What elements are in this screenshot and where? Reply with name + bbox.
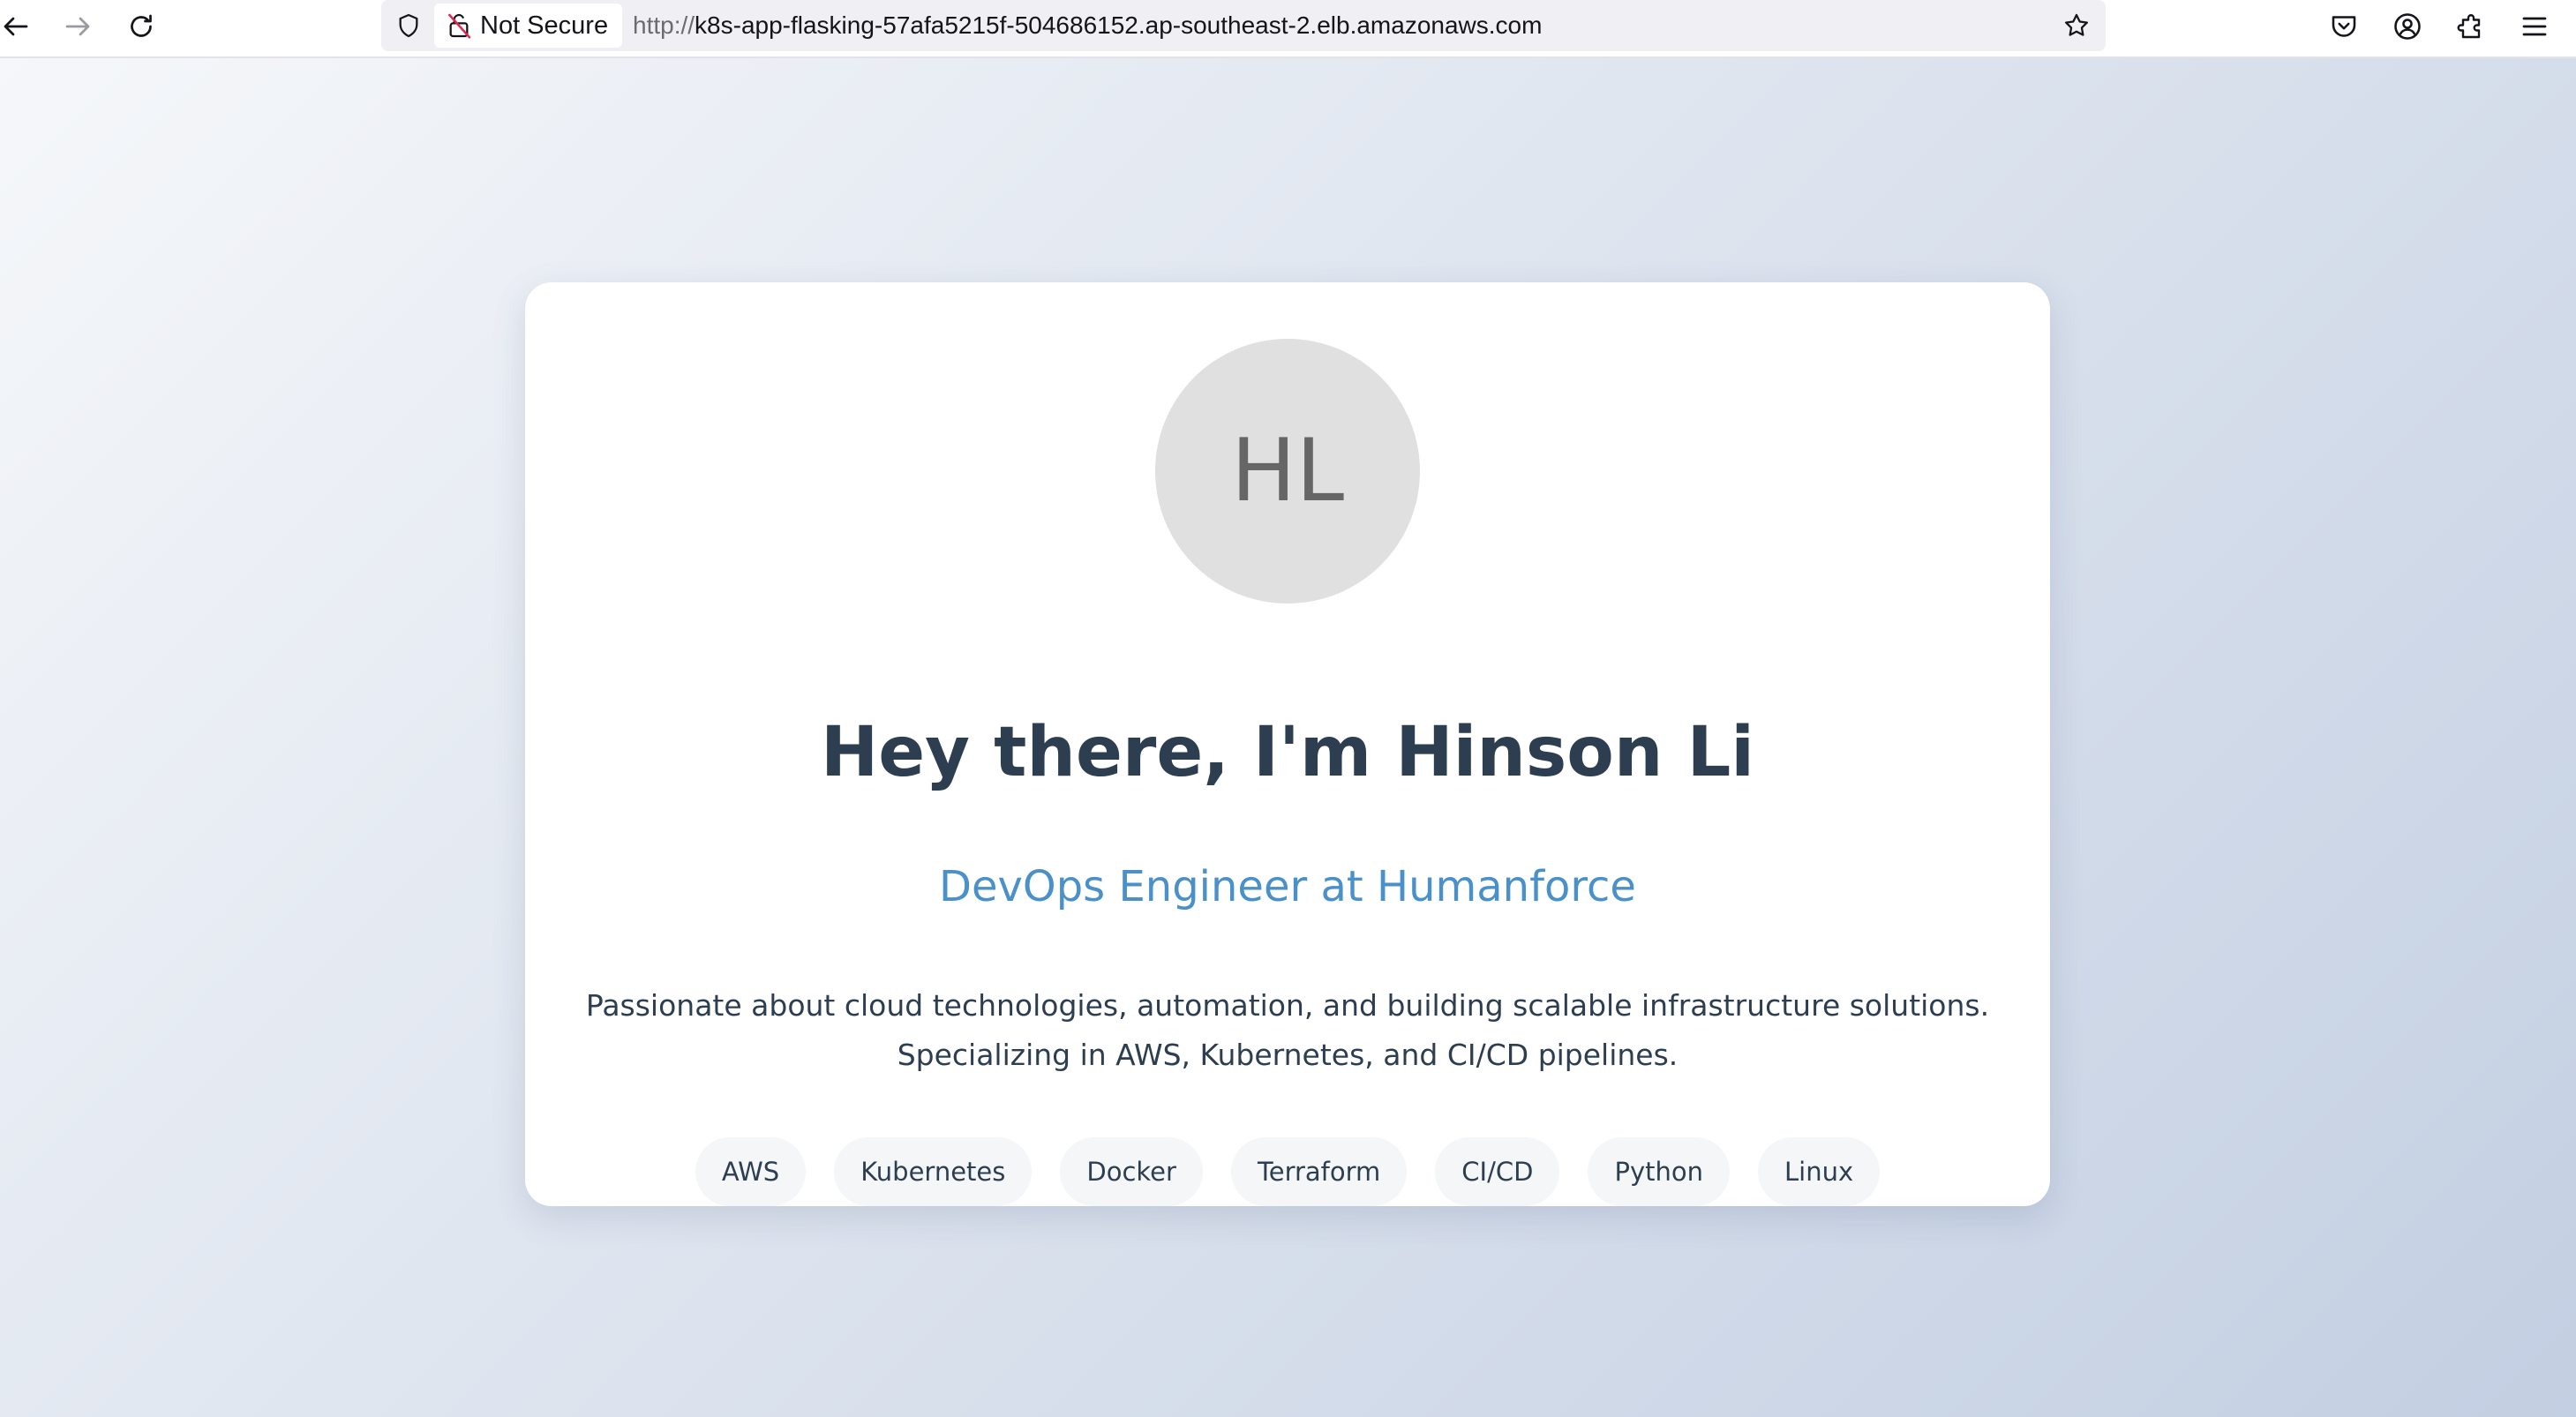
- profile-card: HL Hey there, I'm Hinson Li DevOps Engin…: [525, 282, 2050, 1206]
- skill-tag-terraform: Terraform: [1230, 1137, 1408, 1206]
- back-button[interactable]: [0, 4, 39, 49]
- avatar: HL: [1155, 339, 1420, 604]
- pocket-icon: [2332, 16, 2356, 37]
- extensions-icon: [2457, 14, 2481, 39]
- skill-tag-cicd: CI/CD: [1435, 1137, 1560, 1206]
- menu-icon: [2522, 17, 2547, 36]
- page-viewport: HL Hey there, I'm Hinson Li DevOps Engin…: [0, 58, 2576, 1417]
- account-button[interactable]: [2384, 4, 2430, 49]
- arrow-left-icon: [4, 17, 28, 36]
- menu-button[interactable]: [2512, 4, 2557, 49]
- bookmark-button[interactable]: [2060, 9, 2093, 42]
- browser-toolbar: Not Secure http://k8s-app-flasking-57afa…: [0, 0, 2576, 58]
- extensions-button[interactable]: [2448, 4, 2494, 49]
- skill-tag-docker: Docker: [1060, 1137, 1203, 1206]
- url-scheme: http://: [633, 11, 695, 39]
- reload-button[interactable]: [118, 4, 164, 49]
- site-security-button[interactable]: Not Secure: [434, 4, 623, 48]
- pocket-button[interactable]: [2321, 4, 2367, 49]
- url-bar[interactable]: Not Secure http://k8s-app-flasking-57afa…: [381, 0, 2106, 51]
- skill-tag-linux: Linux: [1757, 1137, 1881, 1206]
- arrow-right-icon: [65, 17, 90, 36]
- star-icon: [2064, 13, 2089, 36]
- skill-tag-aws: AWS: [695, 1137, 807, 1206]
- skill-tag-python: Python: [1588, 1137, 1730, 1206]
- page-title: Hey there, I'm Hinson Li: [820, 713, 1755, 792]
- security-label: Not Secure: [480, 11, 609, 40]
- url-text[interactable]: http://k8s-app-flasking-57afa5215f-50468…: [633, 0, 1542, 51]
- skills-list: AWS Kubernetes Docker Terraform CI/CD Py…: [525, 1137, 2050, 1206]
- skill-tag-kubernetes: Kubernetes: [834, 1137, 1033, 1206]
- job-title: DevOps Engineer at Humanforce: [939, 862, 1636, 911]
- account-icon: [2394, 13, 2421, 40]
- insecure-lock-icon: [448, 13, 471, 39]
- bio: Passionate about cloud technologies, aut…: [525, 981, 2050, 1080]
- url-host: k8s-app-flasking-57afa5215f-504686152.ap…: [695, 11, 1543, 39]
- bio-line: Passionate about cloud technologies, aut…: [585, 988, 1990, 1023]
- bio-line: Specializing in AWS, Kubernetes, and CI/…: [897, 1038, 1679, 1072]
- reload-icon: [131, 14, 152, 37]
- shield-icon: [399, 13, 418, 38]
- tracking-protection-button[interactable]: [392, 9, 425, 42]
- forward-button[interactable]: [55, 4, 101, 49]
